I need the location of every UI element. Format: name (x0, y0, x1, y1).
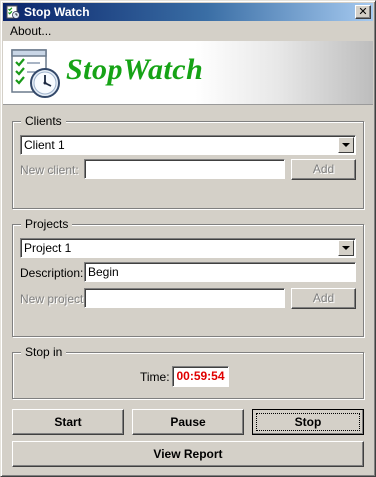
project-select-value: Project 1 (24, 241, 72, 255)
chevron-down-icon[interactable] (338, 137, 354, 153)
description-input[interactable] (84, 262, 356, 282)
client-select[interactable]: Client 1 (20, 135, 356, 155)
pause-button[interactable]: Pause (132, 409, 244, 435)
clients-legend: Clients (21, 114, 66, 128)
checklist-clock-icon (11, 49, 60, 98)
time-label: Time: (140, 370, 170, 384)
close-button[interactable]: ✕ (355, 5, 371, 19)
client-select-value: Client 1 (24, 138, 65, 152)
add-project-button[interactable]: Add (291, 288, 356, 309)
app-banner: StopWatch (3, 41, 373, 105)
close-icon: ✕ (358, 5, 368, 18)
chevron-down-icon[interactable] (338, 240, 354, 256)
stop-button[interactable]: Stop (252, 409, 364, 435)
new-client-input[interactable] (84, 159, 285, 179)
menu-about[interactable]: About... (10, 24, 51, 38)
stop-in-legend: Stop in (21, 345, 67, 359)
stopwatch-window: Stop Watch ✕ About... StopWatch Clients … (0, 0, 376, 477)
title-bar[interactable]: Stop Watch ✕ (3, 3, 373, 21)
projects-legend: Projects (21, 217, 73, 231)
view-report-button[interactable]: View Report (12, 441, 364, 467)
menu-bar: About... (3, 22, 373, 40)
project-select[interactable]: Project 1 (20, 238, 356, 258)
brand-title: StopWatch (66, 53, 204, 86)
add-client-button[interactable]: Add (291, 159, 356, 180)
app-icon (6, 5, 20, 19)
new-project-input[interactable] (84, 288, 285, 308)
new-project-label: New project: (20, 292, 87, 306)
description-label: Description: (20, 266, 84, 280)
start-button[interactable]: Start (12, 409, 124, 435)
window-title: Stop Watch (24, 5, 90, 19)
new-client-label: New client: (20, 163, 79, 177)
time-display: 00:59:54 (172, 366, 229, 387)
